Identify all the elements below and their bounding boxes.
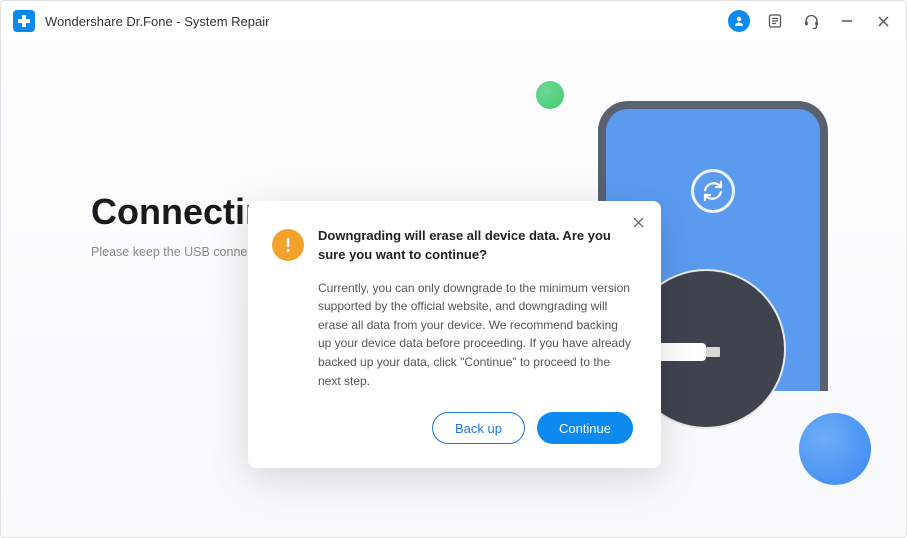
feedback-icon[interactable]: [764, 10, 786, 32]
content-area: Connecting... Please keep the USB connec…: [1, 41, 906, 537]
titlebar-actions: [728, 10, 894, 32]
close-window-button[interactable]: [872, 10, 894, 32]
app-logo-icon: [13, 10, 35, 32]
decoration-green-dot: [536, 81, 564, 109]
dialog-body: Currently, you can only downgrade to the…: [318, 279, 633, 391]
titlebar: Wondershare Dr.Fone - System Repair: [1, 1, 906, 41]
support-icon[interactable]: [800, 10, 822, 32]
backup-button[interactable]: Back up: [432, 412, 525, 444]
cable-tip: [706, 347, 720, 357]
dialog-header: Downgrading will erase all device data. …: [272, 227, 633, 265]
decoration-blue-dot: [799, 413, 871, 485]
continue-button[interactable]: Continue: [537, 412, 633, 444]
sync-icon: [691, 169, 735, 213]
minimize-button[interactable]: [836, 10, 858, 32]
dialog-close-button[interactable]: [629, 213, 647, 231]
user-account-icon[interactable]: [728, 10, 750, 32]
app-title: Wondershare Dr.Fone - System Repair: [45, 14, 728, 29]
confirm-dialog: Downgrading will erase all device data. …: [248, 201, 661, 468]
dialog-title: Downgrading will erase all device data. …: [318, 227, 633, 265]
page-subheading: Please keep the USB connection: [91, 245, 274, 259]
app-window: Wondershare Dr.Fone - System Repair: [0, 0, 907, 538]
dialog-buttons: Back up Continue: [272, 412, 633, 444]
warning-icon: [272, 229, 304, 261]
